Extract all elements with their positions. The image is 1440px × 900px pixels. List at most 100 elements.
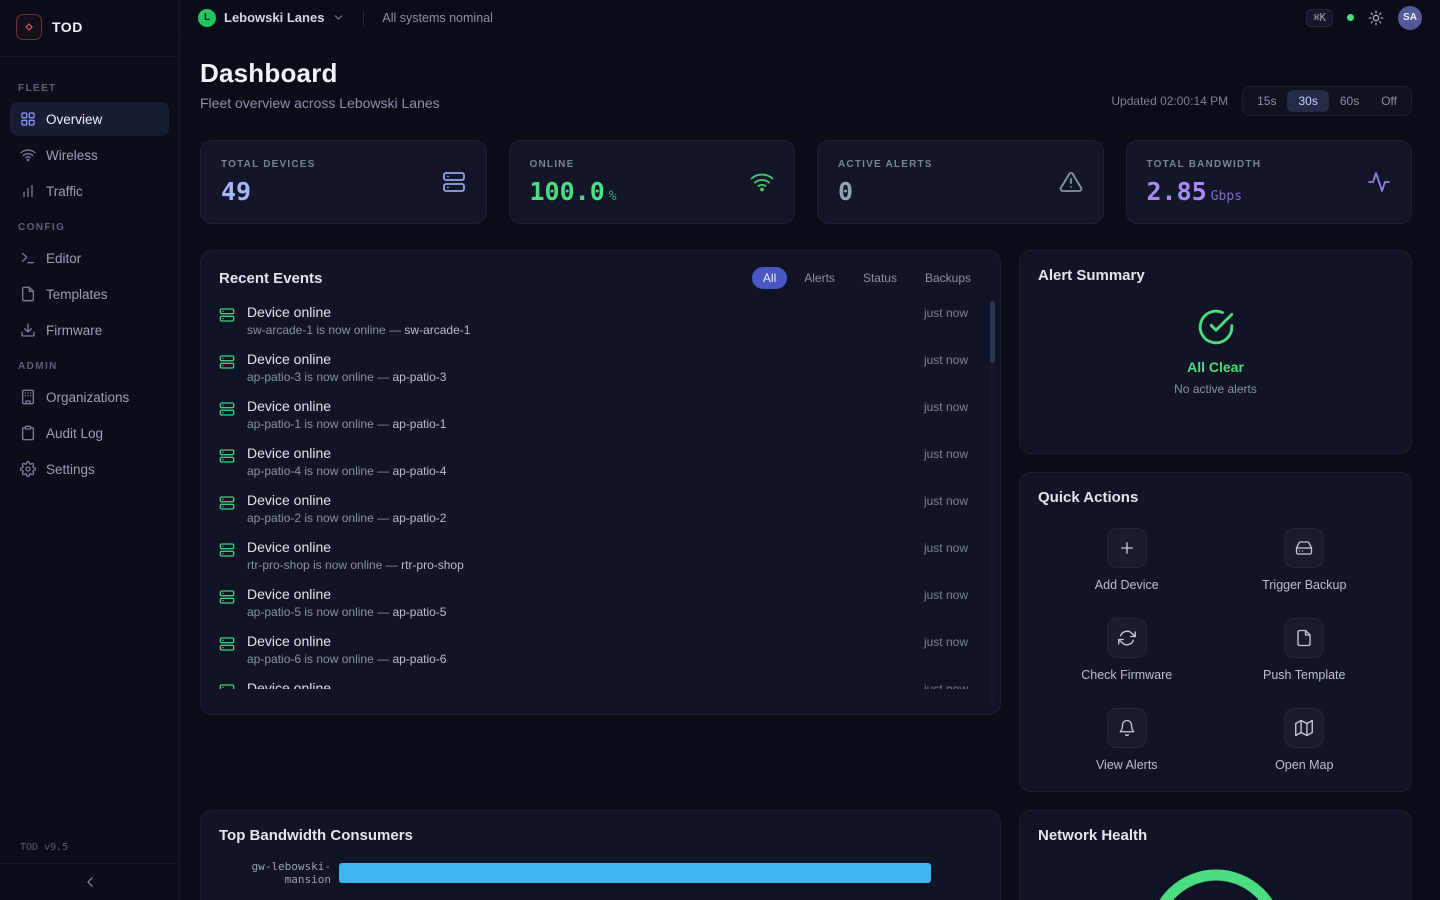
action-push-template[interactable]: Push Template: [1216, 618, 1394, 682]
event-row[interactable]: Device online ap-patio-2 is now online —…: [219, 485, 982, 532]
stat-label: ACTIVE ALERTS: [838, 159, 933, 170]
check-circle-icon: [1197, 308, 1235, 349]
sidebar-item-settings[interactable]: Settings: [10, 452, 169, 486]
alert-summary-panel: Alert Summary All Clear No active alerts: [1019, 250, 1412, 454]
sidebar-item-label: Organizations: [46, 390, 129, 405]
refresh-option-off[interactable]: Off: [1370, 90, 1408, 112]
stat-label: ONLINE: [530, 159, 617, 170]
alert-summary-title: Alert Summary: [1038, 267, 1393, 284]
command-palette-shortcut[interactable]: ⌘K: [1306, 9, 1333, 27]
event-device: ap-patio-6: [392, 652, 446, 666]
event-message: ap-patio-2 is now online: [247, 511, 374, 525]
stat-suffix: Gbps: [1211, 189, 1242, 204]
event-time: just now: [924, 447, 968, 461]
sidebar-section-admin: ADMIN: [18, 361, 161, 372]
bandwidth-row: gw-lebowski-mansion: [219, 860, 982, 886]
filter-backups[interactable]: Backups: [914, 267, 982, 289]
stat-value: 100.0: [530, 177, 605, 206]
main-content: Dashboard Fleet overview across Lebowski…: [180, 36, 1440, 900]
event-row[interactable]: Device online sw-arcade-1 is now online …: [219, 297, 982, 344]
event-row[interactable]: Device online ap-patio-1 is now online —…: [219, 391, 982, 438]
clipboard-icon: [20, 425, 36, 441]
event-row[interactable]: Device online just now: [219, 673, 982, 689]
topbar-divider: [363, 10, 364, 26]
event-message: ap-patio-5 is now online: [247, 605, 374, 619]
event-title: Device online: [247, 304, 912, 320]
activity-icon: [1367, 170, 1391, 194]
map-icon: [1284, 708, 1324, 748]
event-row[interactable]: Device online ap-patio-4 is now online —…: [219, 438, 982, 485]
event-title: Device online: [247, 539, 912, 555]
sidebar-item-label: Firmware: [46, 323, 102, 338]
event-filters: All Alerts Status Backups: [752, 267, 982, 289]
event-device: ap-patio-2: [392, 511, 446, 525]
stat-card-active-alerts: ACTIVE ALERTS 0: [817, 140, 1104, 224]
stat-value: 0: [838, 177, 853, 206]
server-icon: [219, 307, 235, 326]
event-device: ap-patio-1: [392, 417, 446, 431]
plus-icon: [1107, 528, 1147, 568]
stat-card-total-bandwidth: TOTAL BANDWIDTH 2.85Gbps: [1126, 140, 1413, 224]
event-separator: —: [377, 511, 389, 525]
user-avatar[interactable]: SA: [1398, 6, 1422, 30]
action-add-device[interactable]: Add Device: [1038, 528, 1216, 592]
action-label: Push Template: [1263, 668, 1345, 682]
events-scrollbar-thumb[interactable]: [990, 301, 995, 363]
server-icon: [219, 636, 235, 655]
sidebar-item-audit-log[interactable]: Audit Log: [10, 416, 169, 450]
sidebar-collapse-button[interactable]: [0, 863, 179, 900]
event-title: Device online: [247, 351, 912, 367]
sidebar-item-firmware[interactable]: Firmware: [10, 313, 169, 347]
theme-toggle-button[interactable]: [1368, 10, 1384, 26]
event-time: just now: [924, 494, 968, 508]
event-time: just now: [924, 400, 968, 414]
event-time: just now: [924, 541, 968, 555]
alert-status-text: All Clear: [1187, 359, 1244, 375]
file-icon: [1284, 618, 1324, 658]
filter-alerts[interactable]: Alerts: [793, 267, 846, 289]
action-view-alerts[interactable]: View Alerts: [1038, 708, 1216, 772]
refresh-option-60s[interactable]: 60s: [1329, 90, 1370, 112]
action-trigger-backup[interactable]: Trigger Backup: [1216, 528, 1394, 592]
events-list: Device online sw-arcade-1 is now online …: [219, 297, 982, 689]
sidebar-item-overview[interactable]: Overview: [10, 102, 169, 136]
action-open-map[interactable]: Open Map: [1216, 708, 1394, 772]
alert-detail-text: No active alerts: [1174, 382, 1257, 396]
action-check-firmware[interactable]: Check Firmware: [1038, 618, 1216, 682]
event-message: ap-patio-4 is now online: [247, 464, 374, 478]
sidebar-item-organizations[interactable]: Organizations: [10, 380, 169, 414]
sidebar-item-templates[interactable]: Templates: [10, 277, 169, 311]
recent-events-panel: Recent Events All Alerts Status Backups …: [200, 250, 1001, 715]
event-separator: —: [377, 417, 389, 431]
sidebar-item-traffic[interactable]: Traffic: [10, 174, 169, 208]
chevron-left-icon: [82, 874, 98, 890]
org-switcher[interactable]: L Lebowski Lanes: [198, 9, 345, 27]
sidebar-item-editor[interactable]: Editor: [10, 241, 169, 275]
quick-actions-panel: Quick Actions Add Device Trigger Backup: [1019, 472, 1412, 792]
event-time: just now: [924, 353, 968, 367]
event-row[interactable]: Device online rtr-pro-shop is now online…: [219, 532, 982, 579]
event-row[interactable]: Device online ap-patio-6 is now online —…: [219, 626, 982, 673]
building-icon: [20, 389, 36, 405]
filter-all[interactable]: All: [752, 267, 787, 289]
page-title: Dashboard: [200, 58, 440, 89]
event-title: Device online: [247, 633, 912, 649]
event-device: ap-patio-5: [392, 605, 446, 619]
sidebar-item-label: Traffic: [46, 184, 83, 199]
event-title: Device online: [247, 398, 912, 414]
event-device: ap-patio-4: [392, 464, 446, 478]
hard-drive-icon: [1284, 528, 1324, 568]
refresh-option-15s[interactable]: 15s: [1246, 90, 1287, 112]
alert-triangle-icon: [1059, 170, 1083, 194]
event-row[interactable]: Device online ap-patio-5 is now online —…: [219, 579, 982, 626]
org-name: Lebowski Lanes: [224, 10, 324, 25]
event-separator: —: [377, 464, 389, 478]
network-health-title: Network Health: [1038, 827, 1393, 844]
filter-status[interactable]: Status: [852, 267, 908, 289]
sidebar-item-wireless[interactable]: Wireless: [10, 138, 169, 172]
event-separator: —: [377, 605, 389, 619]
refresh-option-30s[interactable]: 30s: [1287, 90, 1328, 112]
sidebar-section-config: CONFIG: [18, 222, 161, 233]
sidebar: TOD FLEET Overview Wireless Traffic CONF…: [0, 0, 180, 900]
event-row[interactable]: Device online ap-patio-3 is now online —…: [219, 344, 982, 391]
